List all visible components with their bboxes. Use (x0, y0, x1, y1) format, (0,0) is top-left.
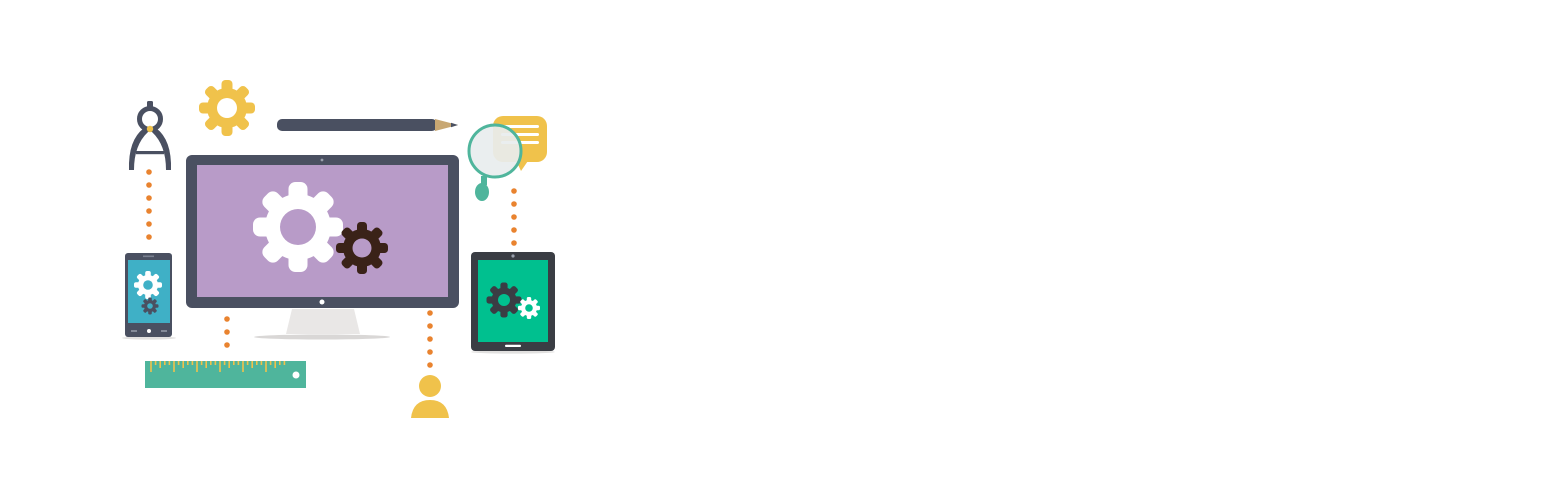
user-icon (411, 375, 449, 418)
tablet-icon (471, 252, 555, 354)
ruler-icon (145, 361, 306, 388)
monitor-to-user-connector (427, 310, 433, 368)
monitor-icon (186, 155, 459, 340)
small-dark-gear-icon (336, 222, 388, 274)
development-illustration (122, 80, 555, 418)
phone-white-gear-icon (134, 271, 162, 299)
large-gear-icon (253, 182, 343, 272)
phone-dark-gear-icon (141, 297, 159, 315)
pencil-icon (277, 119, 458, 131)
drafting-compass-icon (128, 101, 172, 170)
magnifier-to-tablet-connector (511, 188, 517, 246)
gear-icon (199, 80, 255, 136)
smartphone-icon (122, 253, 176, 340)
compass-to-phone-connector (146, 169, 152, 240)
monitor-to-ruler-connector (224, 316, 230, 348)
tablet-dark-gear-icon (486, 282, 522, 318)
tablet-white-gear-icon (518, 297, 540, 319)
